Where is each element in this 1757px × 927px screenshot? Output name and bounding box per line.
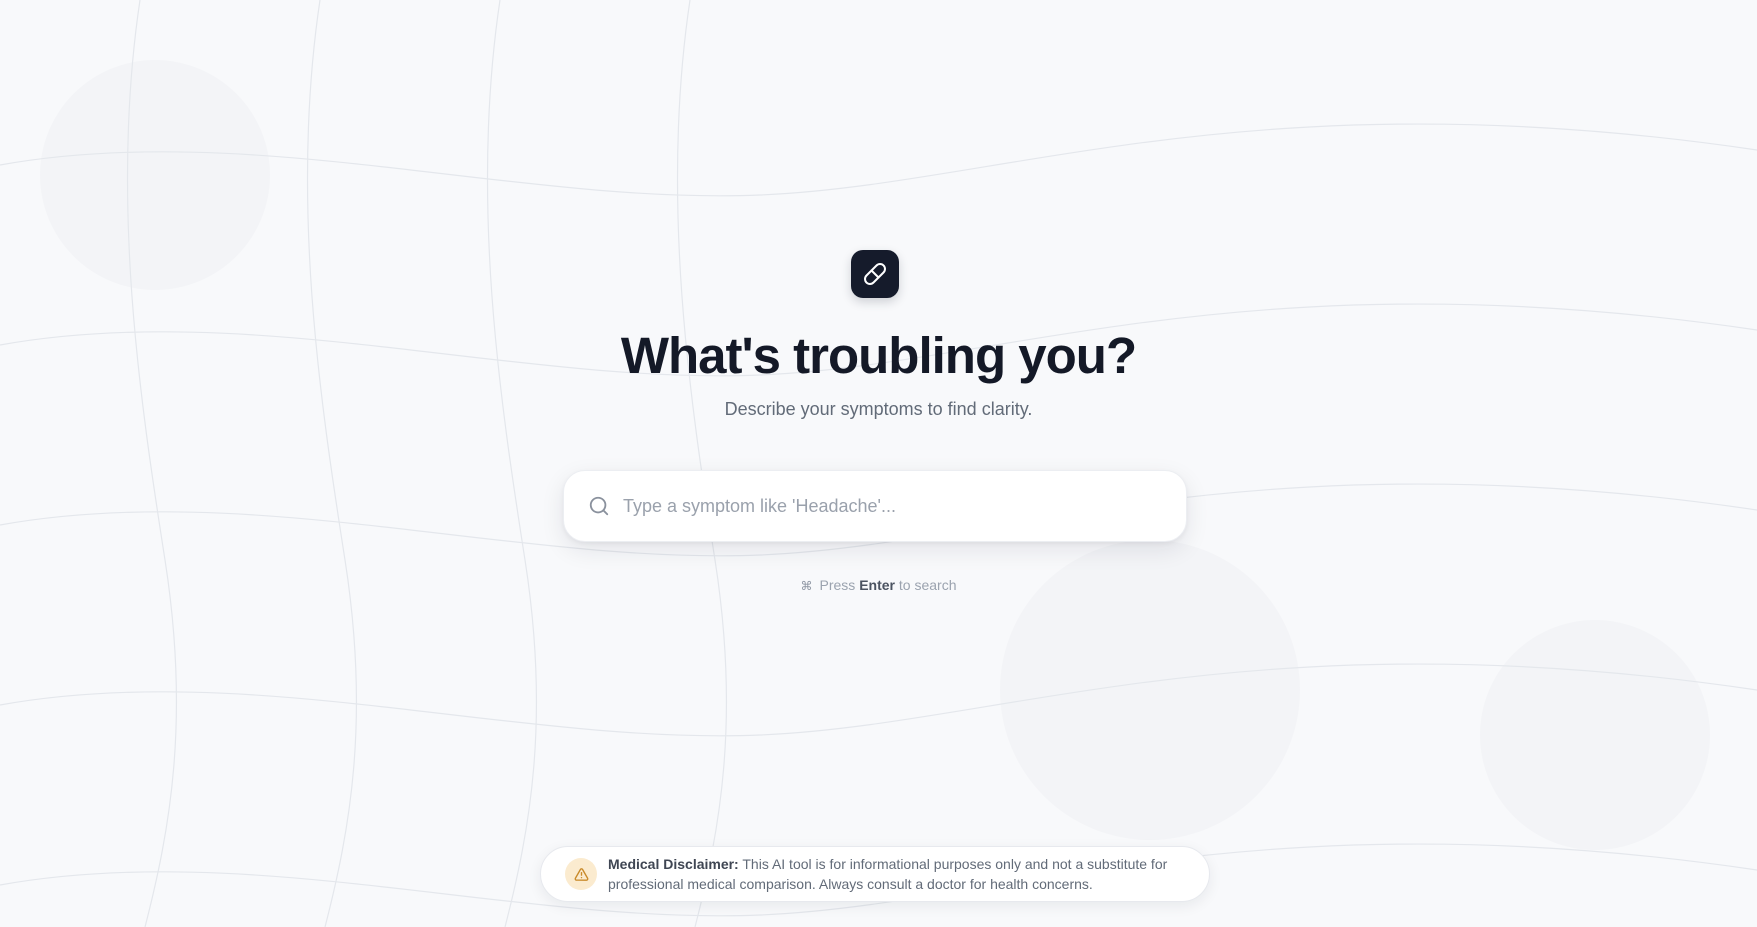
- disclaimer-heading: Medical Disclaimer:: [608, 856, 739, 872]
- hint-suffix: to search: [898, 577, 957, 593]
- background-blob: [40, 60, 270, 290]
- warning-icon: [574, 867, 589, 882]
- search-bar[interactable]: [563, 470, 1187, 542]
- app-logo: [851, 250, 899, 298]
- search-hint: ⌘ Press Enter to search: [0, 576, 1757, 595]
- hint-prefix: Press: [819, 577, 856, 593]
- medical-disclaimer: Medical Disclaimer: This AI tool is for …: [540, 846, 1210, 902]
- warning-badge: [565, 858, 597, 890]
- command-key-icon: ⌘: [800, 579, 813, 593]
- background-blob: [1480, 620, 1710, 850]
- page-subtitle: Describe your symptoms to find clarity.: [724, 399, 1033, 419]
- disclaimer-text: Medical Disclaimer: This AI tool is for …: [608, 854, 1178, 894]
- enter-key-label: Enter: [859, 577, 895, 593]
- search-icon: [588, 495, 610, 517]
- symptom-search-input[interactable]: [623, 486, 1163, 526]
- pill-icon: [863, 262, 887, 286]
- page-title: What's troubling you?: [620, 327, 1137, 384]
